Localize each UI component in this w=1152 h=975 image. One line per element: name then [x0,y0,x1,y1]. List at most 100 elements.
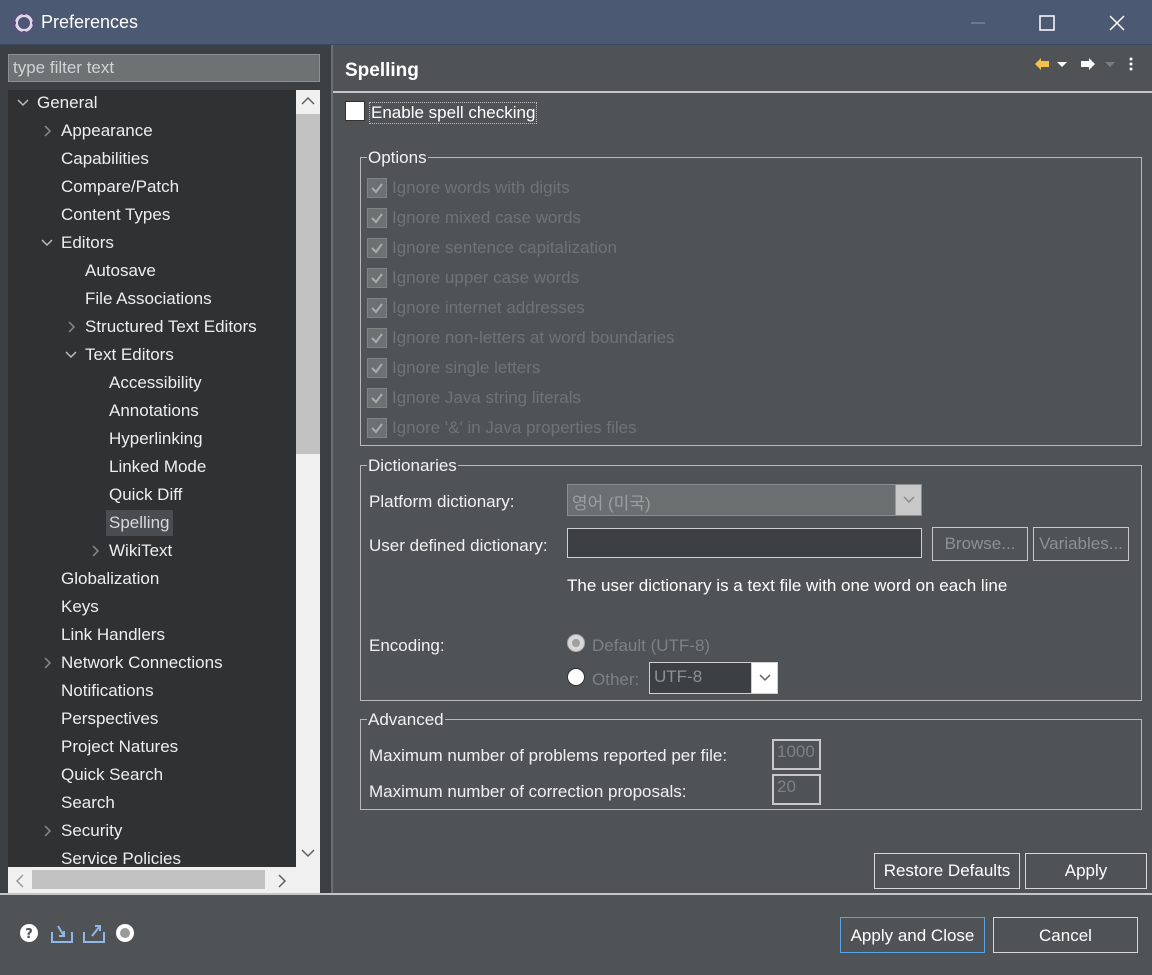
tree-item-quick-diff[interactable]: Quick Diff [8,482,296,508]
oomph-icon[interactable] [114,922,136,944]
tree-item-capabilities[interactable]: Capabilities [8,146,296,172]
close-button[interactable] [1082,0,1152,45]
scrollbar-thumb[interactable] [32,870,265,889]
minimize-button[interactable] [943,0,1013,45]
tree-item-notifications[interactable]: Notifications [8,678,296,704]
chevron-right-icon[interactable] [40,818,54,844]
tree-item-label: Annotations [109,401,199,420]
other-encoding-label: Other: [592,670,640,689]
ignore-non-letters-checkbox[interactable] [367,328,387,348]
tree-item-label: Search [61,793,115,812]
tree-item-link-handlers[interactable]: Link Handlers [8,622,296,648]
scrollbar-thumb[interactable] [296,114,320,454]
back-menu-dropdown-icon[interactable] [1055,55,1069,73]
tree-item-structured-text-editors[interactable]: Structured Text Editors [8,314,296,340]
chevron-down-icon[interactable] [40,230,54,256]
ignore-sentence-capitalization-checkbox[interactable] [367,238,387,258]
apply-and-close-button[interactable]: Apply and Close [840,917,985,953]
tree-item-linked-mode[interactable]: Linked Mode [8,454,296,480]
tree-item-hyperlinking[interactable]: Hyperlinking [8,426,296,452]
dropdown-button[interactable] [751,663,777,693]
tree-item-globalization[interactable]: Globalization [8,566,296,592]
export-icon[interactable] [82,922,106,944]
dropdown-button[interactable] [895,485,921,515]
import-icon[interactable] [50,922,74,944]
tree-item-appearance[interactable]: Appearance [8,118,296,144]
chevron-right-icon[interactable] [40,118,54,144]
tree-item-autosave[interactable]: Autosave [8,258,296,284]
tree-item-label: Link Handlers [61,625,165,644]
user-dictionary-input[interactable] [567,528,922,558]
chevron-right-icon[interactable] [64,314,78,340]
restore-defaults-button[interactable]: Restore Defaults [874,853,1020,889]
variables-button[interactable]: Variables... [1033,527,1129,561]
chevron-down-icon[interactable] [300,846,316,860]
cancel-button[interactable]: Cancel [993,917,1138,953]
title-bar: Preferences [0,0,1152,45]
browse-button[interactable]: Browse... [932,527,1028,561]
tree-item-keys[interactable]: Keys [8,594,296,620]
tree-item-content-types[interactable]: Content Types [8,202,296,228]
tree-item-file-associations[interactable]: File Associations [8,286,296,312]
ignore-single-letters-checkbox[interactable] [367,358,387,378]
option-label: Ignore words with digits [392,178,570,197]
tree-item-wikitext[interactable]: WikiText [8,538,296,564]
tree-item-label: Project Natures [61,737,179,756]
tree-item-general[interactable]: General [8,90,296,116]
tree-item-quick-search[interactable]: Quick Search [8,762,296,788]
tree-item-label: Service Policies [61,849,181,867]
ignore-mixed-case-checkbox[interactable] [367,208,387,228]
tree-item-annotations[interactable]: Annotations [8,398,296,424]
tree-item-label: Hyperlinking [109,429,203,448]
chevron-left-icon[interactable] [13,873,27,889]
chevron-down-icon[interactable] [64,342,78,368]
ignore-upper-case-checkbox[interactable] [367,268,387,288]
help-icon[interactable]: ? [18,922,40,944]
max-proposals-input[interactable]: 20 [772,774,821,805]
tree-item-label: Quick Search [61,765,164,784]
max-problems-input[interactable]: 1000 [772,739,821,770]
checkmark-icon [371,273,383,284]
tree-item-project-natures[interactable]: Project Natures [8,734,296,760]
platform-dictionary-select[interactable]: 영어 (미국) [567,484,922,516]
tree-item-security[interactable]: Security [8,818,296,844]
user-dictionary-label: User defined dictionary: [369,536,548,555]
tree-item-text-editors[interactable]: Text Editors [8,342,296,368]
ignore-java-string-literals-checkbox[interactable] [367,388,387,408]
tree-item-label: Editors [61,233,114,252]
tree-item-accessibility[interactable]: Accessibility [8,370,296,396]
tree-item-network-connections[interactable]: Network Connections [8,650,296,676]
tree-vertical-scrollbar[interactable] [296,90,320,867]
advanced-group-title: Advanced [367,710,445,730]
enable-spell-checking-checkbox[interactable] [345,101,365,121]
tree-horizontal-scrollbar[interactable] [8,867,296,893]
chevron-up-icon[interactable] [300,94,316,108]
view-menu-icon[interactable] [1127,55,1135,73]
filter-input[interactable] [8,54,320,82]
tree-item-search[interactable]: Search [8,790,296,816]
tree-item-service-policies[interactable]: Service Policies [8,846,296,867]
tree-item-compare-patch[interactable]: Compare/Patch [8,174,296,200]
tree-item-editors[interactable]: Editors [8,230,296,256]
forward-arrow-icon[interactable] [1079,55,1097,73]
forward-menu-dropdown-icon[interactable] [1103,55,1117,73]
ignore-internet-addresses-checkbox[interactable] [367,298,387,318]
back-arrow-icon[interactable] [1033,55,1051,73]
chevron-right-icon[interactable] [88,538,102,564]
minimize-icon [971,22,985,23]
other-encoding-radio[interactable] [567,668,585,686]
window-title: Preferences [41,12,139,32]
maximize-button[interactable] [1012,0,1082,45]
chevron-right-icon[interactable] [40,650,54,676]
tree-item-perspectives[interactable]: Perspectives [8,706,296,732]
ignore-digits-checkbox[interactable] [367,178,387,198]
tree-item-label: Compare/Patch [61,177,180,196]
ignore-ampersand-checkbox[interactable] [367,418,387,438]
apply-button[interactable]: Apply [1025,853,1147,889]
chevron-right-icon[interactable] [275,873,289,889]
default-encoding-radio[interactable] [567,634,585,652]
chevron-down-icon[interactable] [16,90,30,116]
tree-item-spelling[interactable]: Spelling [8,510,296,536]
other-encoding-select[interactable]: UTF-8 [649,662,778,694]
enable-spell-checking-label[interactable]: Enable spell checking [369,102,538,124]
